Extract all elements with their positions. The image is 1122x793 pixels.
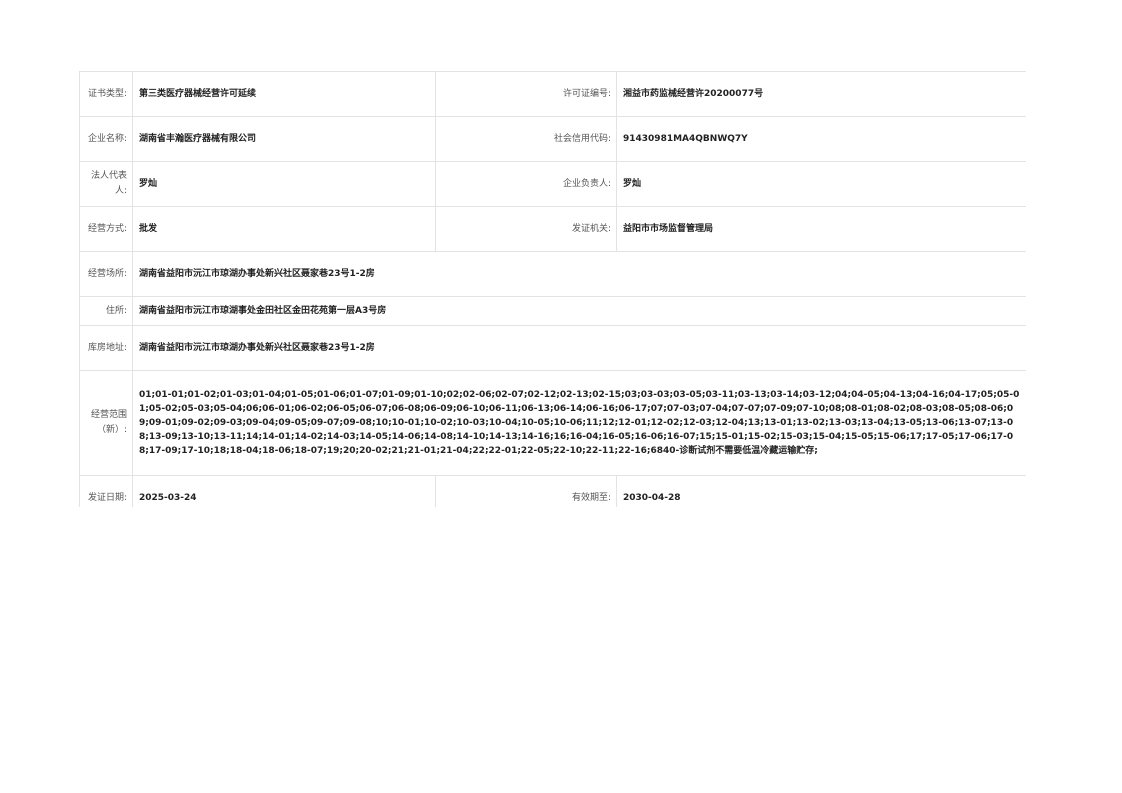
biz-mode-value: 批发: [132, 206, 436, 252]
residence-label: 住所:: [79, 296, 133, 326]
issuer-value: 益阳市市场监督管理局: [616, 206, 1026, 252]
manager-label: 企业负责人:: [435, 161, 617, 207]
premises-value: 湖南省益阳市沅江市琼湖办事处新兴社区聂家巷23号1-2房: [132, 251, 1026, 297]
valid-until-value: 2030-04-28: [616, 475, 1026, 507]
manager-value: 罗灿: [616, 161, 1026, 207]
legal-rep-value: 罗灿: [132, 161, 436, 207]
scope-label: 经营范围（新）:: [79, 370, 133, 476]
row-scope: 经营范围（新）: 01;01-01;01-02;01-03;01-04;01-0…: [79, 370, 1026, 476]
row-premises: 经营场所: 湖南省益阳市沅江市琼湖办事处新兴社区聂家巷23号1-2房: [79, 251, 1026, 297]
row-company: 企业名称: 湖南省丰瀚医疗器械有限公司 社会信用代码: 91430981MA4Q…: [79, 116, 1026, 162]
credit-code-value: 91430981MA4QBNWQ7Y: [616, 116, 1026, 162]
valid-until-label: 有效期至:: [435, 475, 617, 507]
warehouse-label: 库房地址:: [79, 325, 133, 371]
residence-value: 湖南省益阳市沅江市琼湖事处金田社区金田花苑第一层A3号房: [132, 296, 1026, 326]
licence-sheet: 证书类型: 第三类医疗器械经营许可延续 许可证编号: 湘益市药监械经营许2020…: [79, 71, 1026, 507]
cert-type-value: 第三类医疗器械经营许可延续: [132, 71, 436, 117]
row-residence: 住所: 湖南省益阳市沅江市琼湖事处金田社区金田花苑第一层A3号房: [79, 296, 1026, 326]
legal-rep-label: 法人代表人:: [79, 161, 133, 207]
licence-table: 证书类型: 第三类医疗器械经营许可延续 许可证编号: 湘益市药监械经营许2020…: [79, 71, 1026, 507]
issue-date-label: 发证日期:: [79, 475, 133, 507]
cert-type-label: 证书类型:: [79, 71, 133, 117]
row-biz-mode: 经营方式: 批发 发证机关: 益阳市市场监督管理局: [79, 206, 1026, 252]
row-cert-type: 证书类型: 第三类医疗器械经营许可延续 许可证编号: 湘益市药监械经营许2020…: [79, 71, 1026, 117]
issuer-label: 发证机关:: [435, 206, 617, 252]
row-legal: 法人代表人: 罗灿 企业负责人: 罗灿: [79, 161, 1026, 207]
warehouse-value: 湖南省益阳市沅江市琼湖办事处新兴社区聂家巷23号1-2房: [132, 325, 1026, 371]
scope-value: 01;01-01;01-02;01-03;01-04;01-05;01-06;0…: [132, 370, 1026, 476]
issue-date-value: 2025-03-24: [132, 475, 436, 507]
row-dates: 发证日期: 2025-03-24 有效期至: 2030-04-28: [79, 475, 1026, 507]
row-warehouse: 库房地址: 湖南省益阳市沅江市琼湖办事处新兴社区聂家巷23号1-2房: [79, 325, 1026, 371]
company-name-value: 湖南省丰瀚医疗器械有限公司: [132, 116, 436, 162]
company-name-label: 企业名称:: [79, 116, 133, 162]
premises-label: 经营场所:: [79, 251, 133, 297]
licence-no-value: 湘益市药监械经营许20200077号: [616, 71, 1026, 117]
licence-no-label: 许可证编号:: [435, 71, 617, 117]
credit-code-label: 社会信用代码:: [435, 116, 617, 162]
biz-mode-label: 经营方式:: [79, 206, 133, 252]
